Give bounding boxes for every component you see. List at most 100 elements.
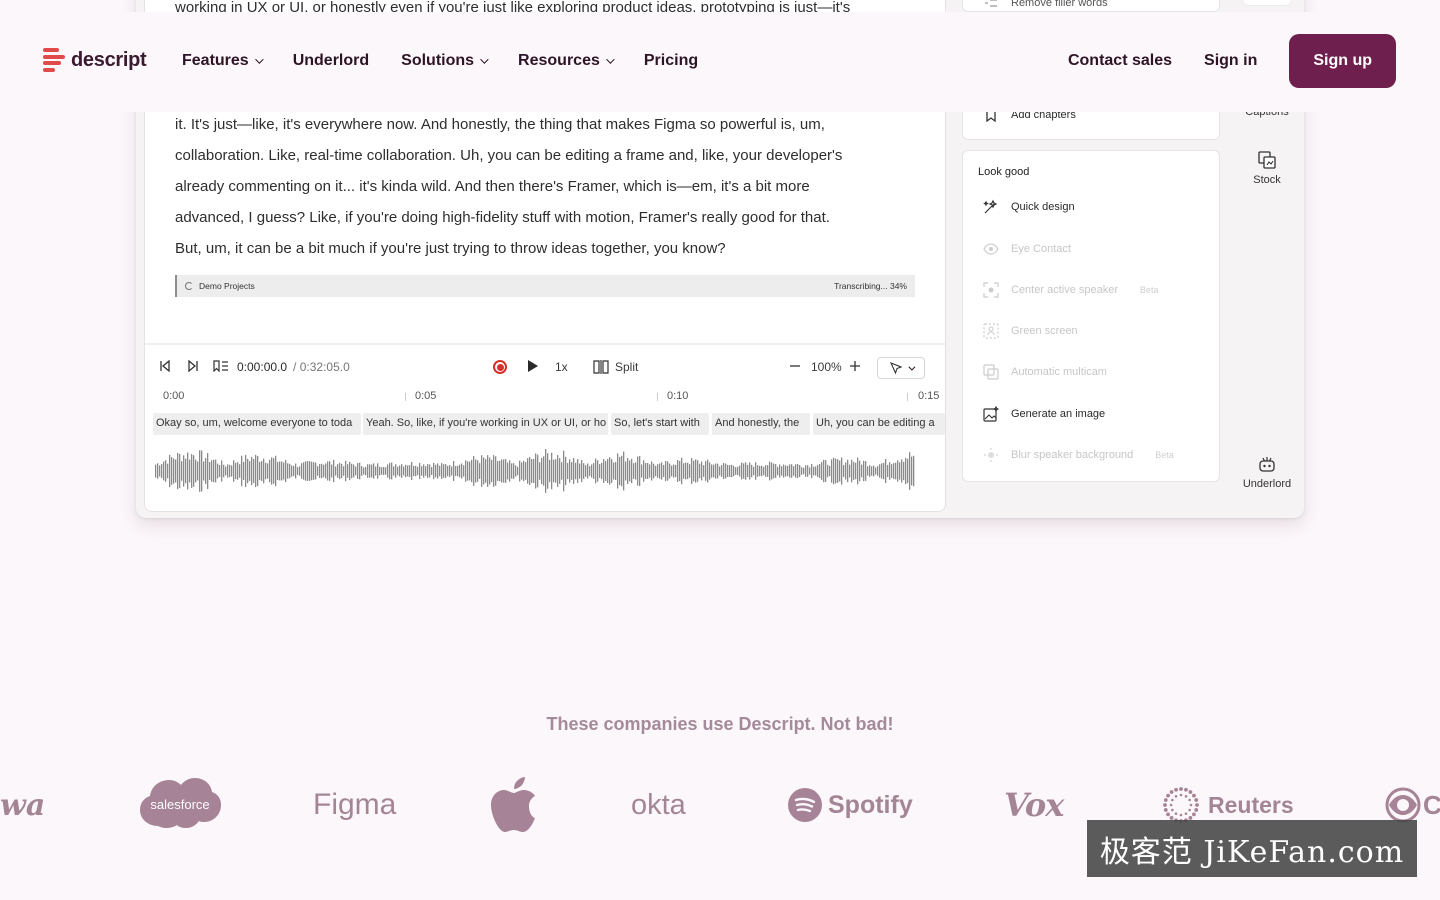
waveform-bar: [823, 459, 825, 483]
waveform-bar: [883, 462, 885, 480]
item-label: Remove filler words: [1011, 0, 1108, 9]
waveform-bar: [463, 465, 465, 477]
brand-logo[interactable]: descript: [43, 48, 147, 72]
waveform-bar: [627, 458, 629, 484]
waveform-bar: [367, 464, 369, 478]
clip[interactable]: And honestly, the: [712, 413, 810, 435]
waveform-bar: [441, 463, 443, 479]
waveform-bar: [327, 461, 329, 481]
blur-speaker-background-item[interactable]: Blur speaker background Beta: [983, 447, 1174, 463]
rail-underlord[interactable]: Underlord: [1230, 454, 1304, 490]
automatic-multicam-item[interactable]: Automatic multicam: [983, 364, 1107, 380]
waveform-bar: [737, 466, 739, 476]
waveform-bar: [665, 461, 667, 481]
waveform-bar: [173, 458, 175, 484]
waveform-bar: [311, 461, 313, 481]
skip-forward-button[interactable]: [187, 360, 199, 372]
waveform-bar: [741, 462, 743, 480]
waveform-bar: [529, 457, 531, 485]
record-button[interactable]: [493, 360, 507, 374]
card-remove-filler: Remove filler words: [962, 0, 1220, 12]
waveform-bar: [379, 466, 381, 476]
waveform-bar: [417, 466, 419, 476]
nav-resources[interactable]: Resources: [518, 52, 615, 70]
waveform-bar: [669, 463, 671, 479]
waveform-bar: [491, 459, 493, 483]
nav-label: Solutions: [401, 52, 475, 69]
waveform-bar: [611, 459, 613, 483]
waveform-bar: [393, 466, 395, 476]
waveform-bar: [217, 463, 219, 479]
play-button[interactable]: [528, 360, 538, 372]
waveform-bar: [833, 457, 835, 485]
nav-features[interactable]: Features: [182, 52, 264, 70]
waveform-bar: [269, 459, 271, 483]
reuters-dot: [1179, 793, 1183, 797]
speed-button[interactable]: 1x: [555, 360, 568, 374]
chapters-button[interactable]: [213, 360, 229, 372]
waveform-bar: [723, 462, 725, 480]
waveform-bar: [555, 459, 557, 483]
waveform-bar: [475, 459, 477, 483]
waveform-bar: [191, 454, 193, 488]
skip-back-button[interactable]: [159, 360, 171, 372]
sign-in-link[interactable]: Sign in: [1204, 52, 1257, 70]
generate-image-item[interactable]: Generate an image: [983, 406, 1105, 422]
nav-label: Resources: [518, 52, 600, 69]
waveform-bar: [763, 466, 765, 476]
descript-logo-icon: [43, 48, 65, 72]
waveform-bar: [237, 462, 239, 480]
waveform-bar: [593, 463, 595, 479]
clip[interactable]: Okay so, um, welcome everyone to toda: [153, 413, 361, 435]
waveform-bar: [521, 462, 523, 480]
quick-design-item[interactable]: Quick design: [983, 199, 1075, 215]
waveform-bar: [373, 463, 375, 479]
waveform-bar: [335, 466, 337, 476]
waveform-bar: [387, 464, 389, 478]
sign-up-button[interactable]: Sign up: [1289, 34, 1396, 88]
watermark: 极客范 JiKeFan.com: [1087, 820, 1417, 877]
eye-contact-item[interactable]: Eye Contact: [983, 241, 1071, 257]
waveform-bar: [395, 464, 397, 478]
clip[interactable]: Yeah. So, like, if you're working in UX …: [363, 413, 608, 435]
waveform-bar: [727, 464, 729, 478]
green-screen-item[interactable]: Green screen: [983, 323, 1078, 339]
remove-filler-words-item[interactable]: Remove filler words: [983, 0, 1108, 11]
nav-label: Features: [182, 52, 249, 69]
rail-stock[interactable]: Stock: [1230, 150, 1304, 186]
waveform-bar: [177, 452, 179, 490]
contact-sales-link[interactable]: Contact sales: [1068, 52, 1172, 70]
zoom-out-button[interactable]: [789, 360, 801, 372]
waveform-bar: [633, 463, 635, 479]
split-button[interactable]: Split: [593, 360, 638, 374]
waveform-bar: [691, 458, 693, 484]
select-tool-dropdown[interactable]: [877, 357, 925, 379]
audio-waveform[interactable]: [153, 445, 917, 497]
zoom-in-button[interactable]: [849, 360, 861, 372]
waveform-bar: [545, 449, 547, 493]
waveform-bar: [329, 461, 331, 481]
reuters-dot: [1171, 808, 1174, 812]
waveform-bar: [787, 465, 789, 477]
clip[interactable]: Uh, you can be editing a: [813, 413, 945, 435]
waveform-bar: [551, 452, 553, 490]
waveform-bar: [257, 456, 259, 486]
waveform-bar: [459, 464, 461, 478]
reuters-dot: [1188, 790, 1193, 794]
waveform-bar: [401, 464, 403, 478]
waveform-bar: [287, 463, 289, 479]
clip[interactable]: So, let's start with: [611, 413, 709, 435]
transcript[interactable]: it. It's just—like, it's everywhere now.…: [175, 109, 915, 264]
waveform-bar: [259, 461, 261, 481]
waveform-bar: [439, 465, 441, 477]
waveform-bar: [839, 460, 841, 482]
waveform-bar: [253, 458, 255, 484]
transcript-clips: Okay so, um, welcome everyone to toda Ye…: [153, 413, 945, 435]
nav-underlord[interactable]: Underlord: [293, 52, 369, 70]
waveform-bar: [369, 464, 371, 478]
nav-pricing[interactable]: Pricing: [644, 52, 698, 70]
nav-solutions[interactable]: Solutions: [401, 52, 489, 70]
waveform-bar: [861, 464, 863, 478]
waveform-bar: [859, 460, 861, 482]
center-active-speaker-item[interactable]: Center active speaker Beta: [983, 282, 1159, 298]
